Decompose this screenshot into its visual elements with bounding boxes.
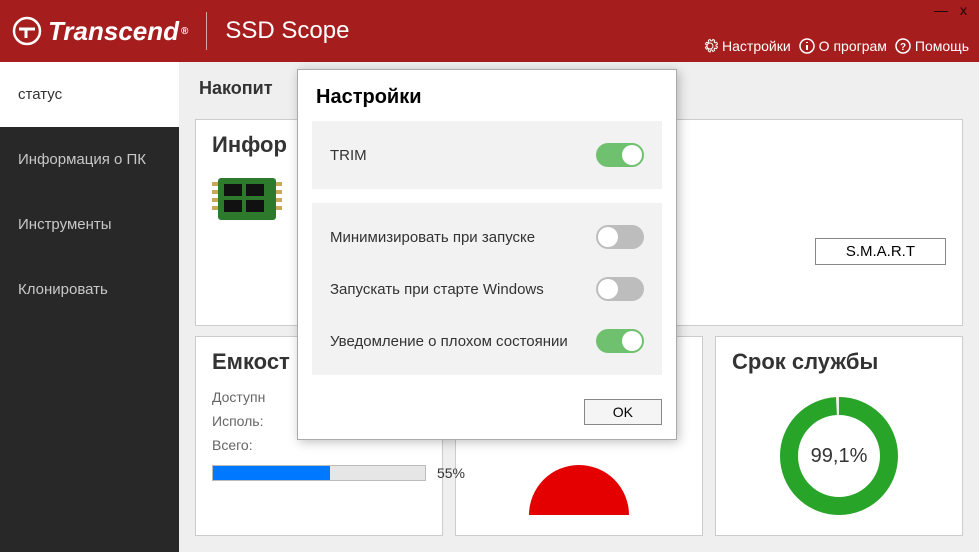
- header-divider: [206, 12, 207, 50]
- life-title: Срок службы: [732, 349, 946, 375]
- setting-trim: TRIM: [326, 129, 648, 181]
- sidebar-item-label: Информация о ПК: [18, 151, 146, 168]
- toggle-notify[interactable]: [596, 329, 644, 353]
- minimize-button[interactable]: —: [934, 2, 948, 18]
- toggle-trim[interactable]: [596, 143, 644, 167]
- settings-dialog: Настройки TRIM Минимизировать при запуск…: [297, 69, 677, 440]
- window-controls: — x: [934, 2, 967, 18]
- dialog-title: Настройки: [298, 70, 676, 121]
- brand-name: Transcend: [48, 16, 179, 47]
- capacity-pct: 55%: [437, 465, 465, 481]
- setting-label: Уведомление о плохом состоянии: [330, 333, 568, 350]
- sidebar-item-label: Клонировать: [18, 281, 108, 298]
- svg-text:?: ?: [900, 42, 906, 53]
- toggle-startup[interactable]: [596, 277, 644, 301]
- smart-button[interactable]: S.M.A.R.T: [815, 238, 946, 265]
- capacity-bar: 55%: [212, 465, 426, 481]
- about-label: О програм: [819, 38, 887, 54]
- sidebar-item-tools[interactable]: Инструменты: [0, 192, 179, 257]
- settings-button[interactable]: Настройки: [702, 38, 791, 54]
- sidebar-item-label: Инструменты: [18, 216, 112, 233]
- setting-label: Запускать при старте Windows: [330, 281, 544, 298]
- help-label: Помощь: [915, 38, 969, 54]
- about-button[interactable]: О програм: [799, 38, 887, 54]
- product-name: SSD Scope: [225, 17, 349, 45]
- sidebar-item-status[interactable]: статус: [0, 62, 179, 127]
- toggle-minimize[interactable]: [596, 225, 644, 249]
- setting-minimize: Минимизировать при запуске: [326, 211, 648, 263]
- setting-startup: Запускать при старте Windows: [326, 263, 648, 315]
- sidebar: статус Информация о ПК Инструменты Клони…: [0, 62, 179, 552]
- sidebar-item-pcinfo[interactable]: Информация о ПК: [0, 127, 179, 192]
- info-icon: [799, 38, 815, 54]
- brand: Transcend ® SSD Scope: [0, 12, 349, 50]
- close-button[interactable]: x: [960, 2, 967, 18]
- ssd-chip-icon: [212, 172, 282, 226]
- sidebar-item-clone[interactable]: Клонировать: [0, 257, 179, 322]
- life-pct: 99,1%: [811, 445, 868, 468]
- sidebar-item-label: статус: [18, 86, 62, 103]
- setting-notify: Уведомление о плохом состоянии: [326, 315, 648, 367]
- brand-reg: ®: [181, 26, 188, 37]
- health-indicator: [529, 465, 629, 515]
- help-icon: ?: [895, 38, 911, 54]
- setting-label: TRIM: [330, 147, 367, 164]
- gear-icon: [702, 38, 718, 54]
- ok-button[interactable]: OK: [584, 399, 662, 425]
- drive-label: Накопит: [199, 78, 273, 99]
- help-button[interactable]: ? Помощь: [895, 38, 969, 54]
- app-header: Transcend ® SSD Scope — x Настройки О пр…: [0, 0, 979, 62]
- transcend-logo-icon: [12, 16, 42, 46]
- settings-label: Настройки: [722, 38, 791, 54]
- setting-label: Минимизировать при запуске: [330, 229, 535, 246]
- capacity-fill: [213, 466, 330, 480]
- life-card: Срок службы 99,1%: [715, 336, 963, 536]
- brand-logo: Transcend ®: [12, 16, 188, 47]
- header-actions: Настройки О програм ? Помощь: [702, 38, 969, 54]
